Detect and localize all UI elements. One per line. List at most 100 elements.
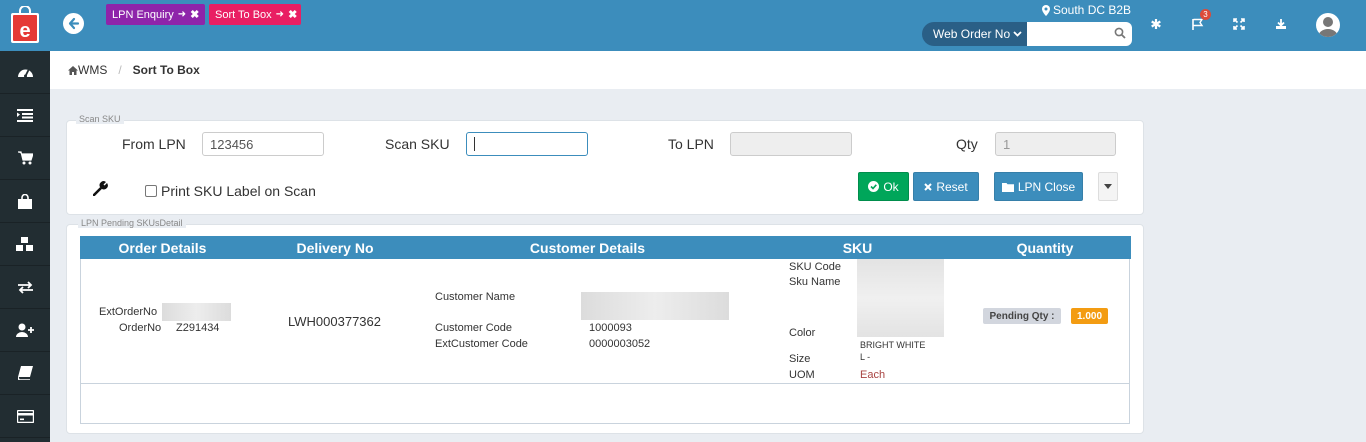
scan-legend: Scan SKU: [76, 114, 124, 124]
exchange-icon: [17, 280, 33, 294]
search-input[interactable]: [1027, 22, 1113, 46]
uom-label: UOM: [789, 369, 815, 381]
size-value: L -: [860, 352, 871, 362]
book-icon: [17, 366, 33, 380]
ext-order-no-redacted: [162, 303, 231, 321]
svg-text:e: e: [19, 20, 30, 42]
print-sku-label-option[interactable]: Print SKU Label on Scan: [145, 183, 316, 199]
pin-icon[interactable]: ➜: [276, 9, 284, 20]
print-sku-label: Print SKU Label on Scan: [161, 183, 316, 199]
col-customer-details: Customer Details: [529, 240, 646, 256]
reset-label: Reset: [936, 179, 968, 194]
notification-badge: 3: [1200, 9, 1211, 20]
sidebar-item-list[interactable]: [0, 94, 50, 137]
ext-customer-code-value: 0000003052: [589, 338, 651, 350]
sku-name-label: Sku Name: [789, 276, 841, 288]
breadcrumb-separator: /: [118, 63, 122, 77]
search-type-label: Web Order No: [933, 27, 1011, 41]
col-order-details: Order Details: [118, 240, 207, 256]
color-value: BRIGHT WHITE: [860, 340, 926, 350]
sidebar-item-bag[interactable]: [0, 180, 50, 223]
scan-sku-label: Scan SKU: [385, 136, 450, 152]
qty-label: Qty: [956, 136, 978, 152]
times-icon: [924, 182, 933, 191]
sidebar-item-exchange[interactable]: [0, 266, 50, 309]
top-navbar: e LPN Enquiry ➜ ✖ Sort To Box ➜ ✖ South …: [0, 0, 1366, 51]
sidebar-item-card[interactable]: [0, 395, 50, 438]
sidebar-item-cart[interactable]: [0, 137, 50, 180]
download-icon[interactable]: [1273, 16, 1289, 32]
ext-order-no-label: ExtOrderNo: [99, 306, 158, 318]
order-no-label: OrderNo: [119, 322, 162, 334]
lpn-close-label: LPN Close: [1017, 179, 1076, 194]
user-plus-icon: [16, 323, 34, 337]
sku-image-redacted: [857, 259, 944, 337]
to-lpn-label: To LPN: [668, 136, 714, 152]
tab-label: Sort To Box: [215, 8, 272, 21]
check-circle-icon: [868, 181, 880, 192]
asterisk-icon[interactable]: [1148, 16, 1164, 32]
uom-value: Each: [860, 369, 886, 381]
col-quantity: Quantity: [1016, 240, 1074, 256]
from-lpn-label: From LPN: [122, 136, 186, 152]
col-sku: SKU: [842, 240, 873, 256]
user-avatar-icon[interactable]: [1316, 13, 1340, 37]
sidebar-item-cubes[interactable]: [0, 223, 50, 266]
more-options-button[interactable]: [1098, 172, 1118, 201]
search-type-select[interactable]: Web Order No: [922, 22, 1027, 46]
ok-button[interactable]: Ok: [858, 172, 909, 201]
back-icon: [68, 17, 80, 30]
text-cursor: [474, 137, 475, 151]
ext-customer-code-label: ExtCustomer Code: [435, 338, 528, 350]
search-input-wrap: [1027, 22, 1132, 46]
global-search: Web Order No: [922, 22, 1132, 46]
breadcrumb: WMS / Sort To Box: [50, 51, 1366, 89]
search-icon[interactable]: [1114, 27, 1126, 39]
chevron-down-icon: [1013, 31, 1022, 37]
print-sku-checkbox[interactable]: [145, 185, 157, 197]
tab-sort-to-box[interactable]: Sort To Box ➜ ✖: [209, 4, 301, 25]
qty-input[interactable]: 1: [995, 132, 1116, 156]
pin-icon[interactable]: ➜: [178, 9, 186, 20]
customer-code-value: 1000093: [589, 322, 632, 334]
table-footer: [80, 384, 1130, 424]
ok-label: Ok: [883, 179, 899, 194]
wrench-icon[interactable]: [92, 181, 108, 201]
color-label: Color: [789, 327, 816, 339]
dashboard-icon: [17, 69, 33, 78]
expand-icon[interactable]: [1231, 16, 1247, 32]
sidebar-item-dashboard[interactable]: [0, 51, 50, 94]
reset-button[interactable]: Reset: [913, 172, 979, 201]
pending-qty-label: Pending Qty :: [983, 308, 1061, 324]
app-logo[interactable]: e: [10, 5, 40, 44]
order-no-value: Z291434: [176, 322, 220, 334]
credit-card-icon: [16, 409, 34, 423]
scan-sku-input[interactable]: [466, 132, 588, 156]
home-icon[interactable]: [68, 65, 78, 75]
location-label: South DC B2B: [1053, 3, 1132, 17]
list-icon: [17, 108, 33, 122]
sidebar: [0, 51, 50, 442]
customer-code-label: Customer Code: [435, 322, 513, 334]
tab-lpn-enquiry[interactable]: LPN Enquiry ➜ ✖: [106, 4, 205, 25]
customer-name-redacted: [581, 292, 729, 320]
table-header: Order Details Delivery No Customer Detai…: [80, 236, 1131, 259]
lpn-close-button[interactable]: LPN Close: [994, 172, 1083, 201]
close-tab-icon[interactable]: ✖: [190, 8, 199, 21]
size-label: Size: [789, 353, 811, 365]
sidebar-item-book[interactable]: [0, 352, 50, 395]
to-lpn-input[interactable]: [730, 132, 852, 156]
cubes-icon: [16, 236, 33, 251]
from-lpn-input[interactable]: 123456: [202, 132, 324, 156]
close-tab-icon[interactable]: ✖: [288, 8, 297, 21]
back-button[interactable]: [63, 13, 84, 34]
breadcrumb-current: Sort To Box: [132, 63, 200, 77]
pending-qty-badge: 1.000: [1071, 308, 1108, 324]
breadcrumb-root[interactable]: WMS: [78, 63, 107, 77]
location-indicator[interactable]: South DC B2B: [1042, 3, 1131, 17]
shopping-bag-icon: [18, 193, 32, 209]
map-marker-icon: [1042, 4, 1050, 16]
cart-icon: [17, 151, 33, 165]
sidebar-item-user-plus[interactable]: [0, 309, 50, 352]
col-delivery-no: Delivery No: [296, 240, 374, 256]
